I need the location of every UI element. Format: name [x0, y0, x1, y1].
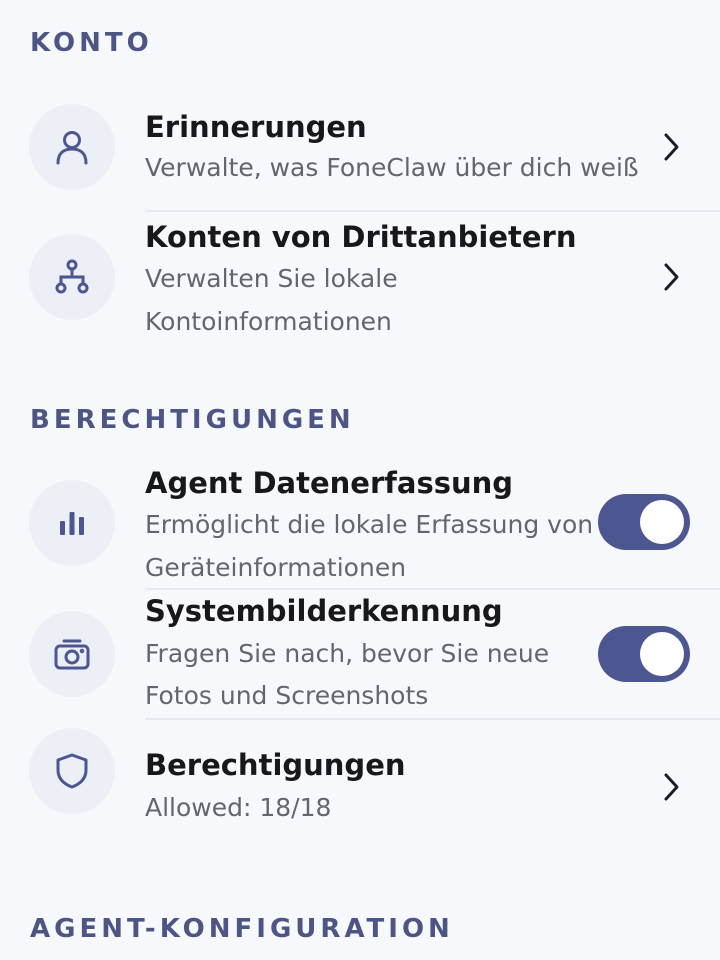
third-party-title: Konten von Drittanbietern — [145, 220, 577, 254]
memories-subtitle: Verwalte, was FoneClaw über dich weiß — [145, 153, 639, 182]
permissions-subtitle: Allowed: 18/18 — [145, 793, 332, 822]
permissions-title: Berechtigungen — [145, 748, 406, 782]
data-collection-row: Agent Datenerfassung Ermöglicht die loka… — [0, 458, 720, 588]
shield-icon-circle — [29, 728, 115, 814]
section-header-agent-config: AGENT-KONFIGURATION — [30, 914, 454, 944]
camera-icon — [54, 639, 90, 670]
toggle-knob — [640, 632, 684, 676]
toggle-knob — [640, 500, 684, 544]
shield-icon — [56, 753, 88, 789]
chevron-right-icon — [664, 133, 679, 161]
data-collection-subtitle-line1: Ermöglicht die lokale Erfassung von — [145, 510, 594, 539]
person-icon — [56, 131, 88, 165]
memories-row[interactable]: Erinnerungen Verwalte, was FoneClaw über… — [0, 100, 720, 210]
image-recognition-toggle[interactable] — [598, 626, 690, 682]
network-icon-circle — [29, 234, 115, 320]
image-recognition-subtitle-line1: Fragen Sie nach, bevor Sie neue — [145, 639, 550, 668]
data-collection-title: Agent Datenerfassung — [145, 466, 514, 500]
image-recognition-subtitle-line2: Fotos und Screenshots — [145, 681, 429, 710]
third-party-subtitle-line1: Verwalten Sie lokale — [145, 264, 398, 293]
third-party-accounts-row[interactable]: Konten von Drittanbietern Verwalten Sie … — [0, 212, 720, 342]
permissions-row[interactable]: Berechtigungen Allowed: 18/18 — [0, 720, 720, 830]
section-header-permissions: BERECHTIGUNGEN — [30, 405, 355, 435]
image-recognition-row: Systembilderkennung Fragen Sie nach, bev… — [0, 590, 720, 718]
third-party-subtitle-line2: Kontoinformationen — [145, 307, 392, 336]
image-recognition-title: Systembilderkennung — [145, 594, 503, 628]
data-collection-toggle[interactable] — [598, 494, 690, 550]
section-header-account: KONTO — [30, 28, 153, 58]
chevron-right-icon — [664, 263, 679, 291]
chevron-right-icon — [664, 773, 679, 801]
memories-title: Erinnerungen — [145, 110, 367, 144]
person-icon-circle — [29, 104, 115, 190]
data-collection-subtitle-line2: Geräteinformationen — [145, 553, 407, 582]
bar-chart-icon-circle — [29, 480, 115, 566]
network-icon — [55, 259, 89, 294]
bar-chart-icon — [60, 512, 84, 535]
camera-icon-circle — [29, 611, 115, 697]
